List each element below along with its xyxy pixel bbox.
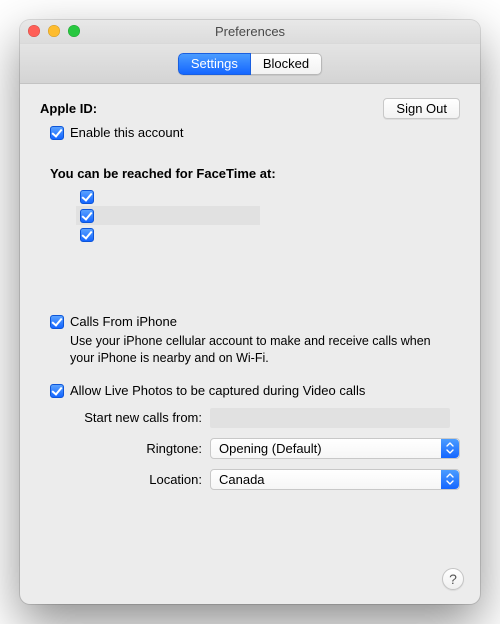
reach-item	[76, 206, 260, 225]
tab-settings[interactable]: Settings	[178, 53, 251, 75]
location-label: Location:	[40, 472, 210, 487]
reach-item	[76, 225, 260, 244]
reach-header: You can be reached for FaceTime at:	[50, 166, 460, 181]
preferences-window: Preferences Settings Blocked Apple ID: S…	[20, 20, 480, 604]
ringtone-value: Opening (Default)	[219, 441, 322, 456]
tab-blocked[interactable]: Blocked	[251, 53, 322, 75]
start-calls-field[interactable]	[210, 408, 450, 428]
chevron-up-down-icon	[441, 439, 459, 458]
reach-checkbox-0[interactable]	[80, 190, 94, 204]
ringtone-label: Ringtone:	[40, 441, 210, 456]
window-controls	[28, 25, 80, 37]
location-value: Canada	[219, 472, 265, 487]
minimize-icon[interactable]	[48, 25, 60, 37]
location-popup[interactable]: Canada	[210, 469, 460, 490]
window-title: Preferences	[215, 24, 285, 39]
calls-from-iphone-label: Calls From iPhone	[70, 314, 177, 329]
close-icon[interactable]	[28, 25, 40, 37]
chevron-up-down-icon	[441, 470, 459, 489]
calls-from-iphone-desc: Use your iPhone cellular account to make…	[70, 333, 450, 367]
help-button[interactable]: ?	[442, 568, 464, 590]
sign-out-button[interactable]: Sign Out	[383, 98, 460, 119]
start-calls-label: Start new calls from:	[40, 410, 210, 425]
zoom-icon[interactable]	[68, 25, 80, 37]
enable-account-checkbox[interactable]	[50, 126, 64, 140]
reach-checkbox-2[interactable]	[80, 228, 94, 242]
help-icon: ?	[449, 571, 457, 587]
reach-item	[76, 187, 260, 206]
live-photos-checkbox[interactable]	[50, 384, 64, 398]
reach-checkbox-1[interactable]	[80, 209, 94, 223]
ringtone-popup[interactable]: Opening (Default)	[210, 438, 460, 459]
calls-from-iphone-checkbox[interactable]	[50, 315, 64, 329]
toolbar: Settings Blocked	[20, 44, 480, 84]
enable-account-label: Enable this account	[70, 125, 183, 140]
apple-id-label: Apple ID:	[40, 101, 97, 116]
tab-segment: Settings Blocked	[178, 53, 322, 75]
reach-list	[76, 187, 260, 244]
titlebar: Preferences	[20, 20, 480, 44]
live-photos-label: Allow Live Photos to be captured during …	[70, 383, 365, 398]
content: Apple ID: Sign Out Enable this account Y…	[20, 84, 480, 604]
